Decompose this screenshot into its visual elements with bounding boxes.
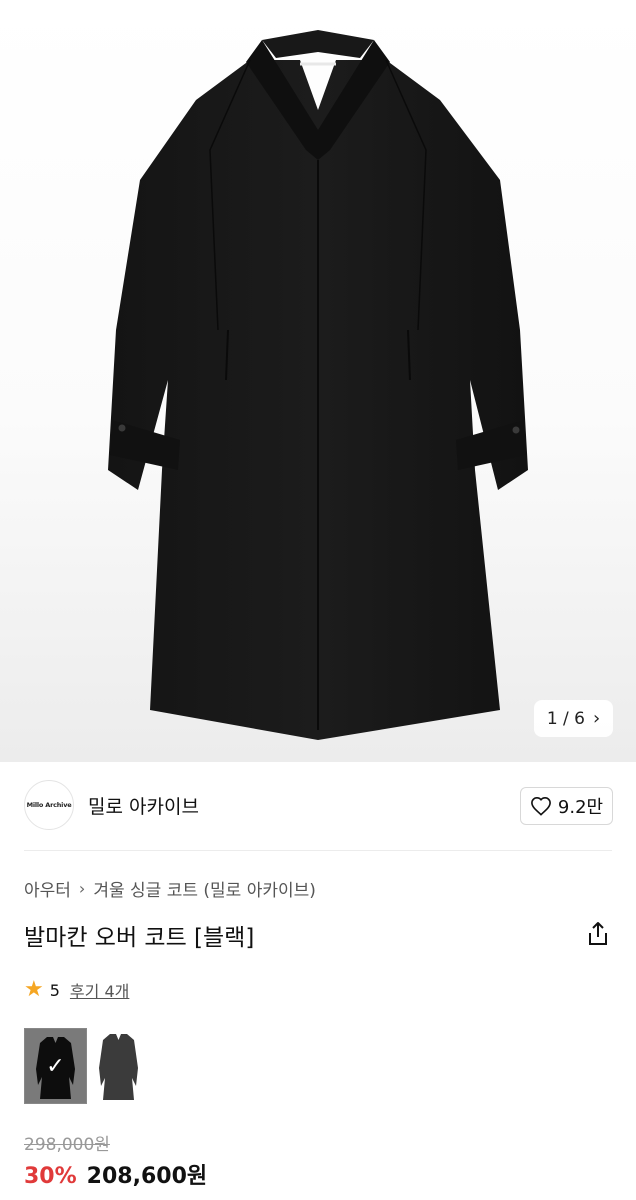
divider [24,850,612,851]
coat-illustration [108,30,528,740]
brand-row: Millo Archive 밀로 아카이브 9.2만 [0,762,636,850]
rating-score: 5 [49,980,60,1000]
brand-logo[interactable]: Millo Archive [24,780,74,830]
product-image[interactable]: 1 / 6 › [0,0,636,762]
breadcrumb-outer[interactable]: 아우터 [24,876,71,901]
reviews-link[interactable]: 후기 4개 [70,978,129,1002]
sale-price: 208,600원 [86,1164,208,1189]
brand-logo-text: Millo Archive [26,801,72,809]
breadcrumb-category[interactable]: 겨울 싱글 코트 (밀로 아카이브) [93,876,316,901]
heart-icon [530,796,551,816]
price-row: 30% 208,600원 [24,1158,207,1190]
breadcrumb: 아우터 › 겨울 싱글 코트 (밀로 아카이브) [24,876,316,901]
brand-name[interactable]: 밀로 아카이브 [88,792,199,819]
image-counter-text: 1 / 6 [546,708,585,729]
coat-thumbnail-icon [87,1028,150,1104]
swatch-black[interactable]: ✓ [24,1028,87,1104]
star-icon: ★ [24,977,44,1002]
share-icon[interactable] [584,920,612,948]
original-price: 298,000원 [24,1135,110,1155]
discount-rate: 30% [24,1164,77,1189]
chevron-right-icon: › [592,707,601,729]
like-count: 9.2만 [557,797,604,818]
check-icon: ✓ [46,1053,65,1079]
color-swatches: ✓ [24,1028,150,1104]
like-button[interactable]: 9.2만 [520,787,613,825]
swatch-charcoal[interactable] [87,1028,150,1104]
image-counter[interactable]: 1 / 6 › [534,700,613,737]
rating-row: ★ 5 후기 4개 [24,978,129,1002]
chevron-right-icon: › [78,879,86,898]
product-title: 발마칸 오버 코트 [블랙] [24,925,255,951]
